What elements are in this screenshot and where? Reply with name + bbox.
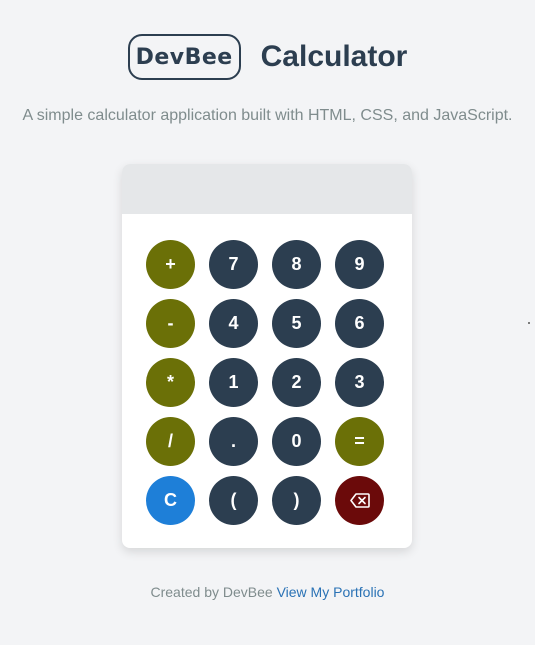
plus-button[interactable]: + [146,240,195,289]
five-button[interactable]: 5 [272,299,321,348]
page-subtitle: A simple calculator application built wi… [22,107,513,124]
calculator: + 7 8 9 - 4 5 6 * 1 2 3 / . 0 = C ( ) [122,164,412,548]
minus-button[interactable]: - [146,299,195,348]
devbee-logo: DevBee [127,34,241,80]
backspace-icon [349,493,370,508]
seven-button[interactable]: 7 [209,240,258,289]
four-button[interactable]: 4 [209,299,258,348]
page-title: Calculator [260,40,408,73]
eight-button[interactable]: 8 [272,240,321,289]
nine-button[interactable]: 9 [335,240,384,289]
portfolio-link[interactable]: View My Portfolio [277,584,385,600]
clear-button[interactable]: C [146,476,195,525]
two-button[interactable]: 2 [272,358,321,407]
multiply-button[interactable]: * [146,358,195,407]
zero-button[interactable]: 0 [272,417,321,466]
one-button[interactable]: 1 [209,358,258,407]
open-paren-button[interactable]: ( [209,476,258,525]
calculator-display [122,164,412,214]
equals-button[interactable]: = [335,417,384,466]
calculator-keypad: + 7 8 9 - 4 5 6 * 1 2 3 / . 0 = C ( ) [146,240,384,525]
stray-dot [528,322,530,324]
close-paren-button[interactable]: ) [272,476,321,525]
six-button[interactable]: 6 [335,299,384,348]
divide-button[interactable]: / [146,417,195,466]
backspace-button[interactable] [335,476,384,525]
page-footer: Created by DevBee View My Portfolio [0,584,535,600]
three-button[interactable]: 3 [335,358,384,407]
footer-credit: Created by DevBee [150,584,273,600]
page-header: DevBee Calculator [0,34,535,80]
decimal-button[interactable]: . [209,417,258,466]
